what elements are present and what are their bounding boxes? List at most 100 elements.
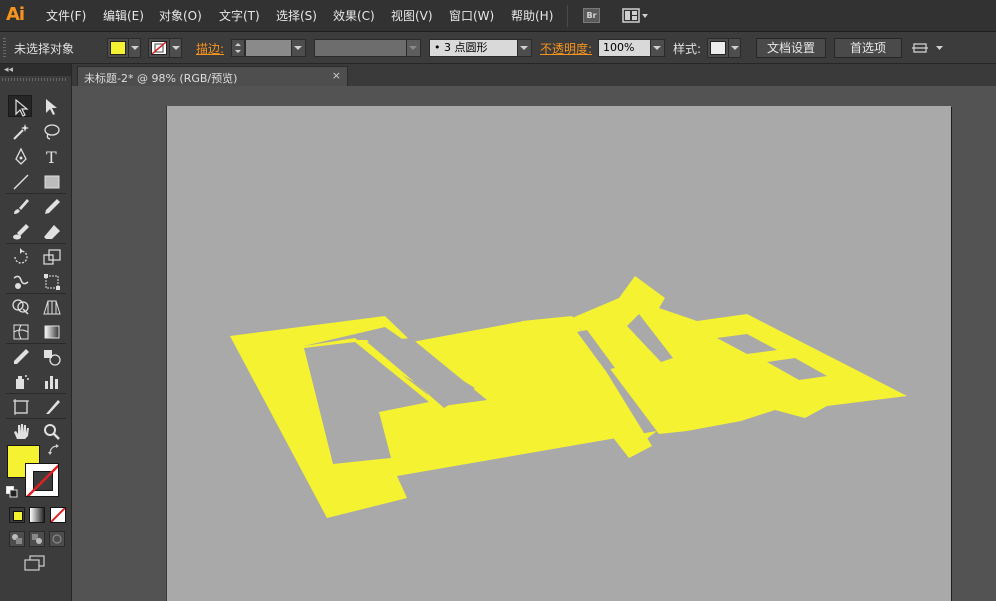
draw-normal-button[interactable] [9, 531, 25, 547]
selection-icon [15, 98, 29, 117]
hand-icon [14, 424, 29, 439]
draw-inside-button[interactable] [49, 531, 65, 547]
pen-tool[interactable] [8, 145, 32, 167]
scale-tool[interactable] [39, 245, 63, 267]
document-tab[interactable]: 未标题-2* @ 98% (RGB/预览) × [77, 66, 348, 86]
eraser-tool[interactable] [39, 220, 63, 242]
menubar-divider [567, 5, 568, 27]
no-stroke-icon [26, 464, 58, 496]
bridge-icon[interactable]: Br [583, 8, 600, 23]
type-tool[interactable]: T [39, 145, 63, 167]
default-fill-stroke-icon[interactable] [6, 486, 18, 498]
free-transform-tool[interactable] [39, 270, 63, 292]
color-icon [13, 511, 23, 521]
selection-status: 未选择对象 [14, 42, 75, 56]
variable-width-profile[interactable] [314, 39, 421, 57]
stroke-none-swatch [151, 41, 167, 55]
warp-icon [13, 275, 29, 289]
align-options-icon[interactable] [912, 40, 946, 56]
hand-tool[interactable] [8, 420, 32, 442]
stroke-weight-dropdown[interactable] [291, 40, 305, 56]
blend-tool[interactable] [39, 345, 63, 367]
opacity-dropdown[interactable] [650, 40, 664, 56]
symbol-sprayer-tool[interactable] [8, 370, 32, 392]
symbol-sprayer-icon [16, 375, 29, 389]
menu-file[interactable]: 文件(F) [46, 8, 86, 24]
canvas-area[interactable] [72, 86, 996, 601]
mesh-tool[interactable] [8, 320, 32, 342]
pencil-tool[interactable] [39, 195, 63, 217]
artboard[interactable] [167, 106, 951, 601]
paintbrush-tool[interactable] [8, 195, 32, 217]
artwork [230, 276, 907, 518]
close-tab-icon[interactable]: × [332, 69, 341, 82]
control-bar-grip[interactable] [3, 38, 6, 58]
eyedropper-icon [14, 349, 29, 364]
screen-mode-icon[interactable] [24, 555, 46, 571]
rectangle-tool[interactable] [39, 170, 63, 192]
menu-effect[interactable]: 效果(C) [333, 8, 375, 24]
stroke-dropdown[interactable] [169, 39, 181, 57]
stroke-color-picker[interactable] [148, 38, 182, 58]
gradient-tool[interactable] [39, 320, 63, 342]
style-dropdown[interactable] [728, 39, 740, 57]
perspective-grid-icon [43, 300, 61, 315]
stroke-color-swatch[interactable] [25, 463, 59, 497]
style-label: 样式: [673, 42, 702, 56]
menu-window[interactable]: 窗口(W) [449, 8, 494, 24]
artboard-icon [13, 399, 29, 415]
chevron-down-icon [653, 46, 661, 50]
document-setup-button[interactable]: 文档设置 [756, 38, 826, 58]
swap-fill-stroke-icon[interactable] [48, 444, 60, 456]
warp-tool[interactable] [8, 270, 32, 292]
menu-view[interactable]: 视图(V) [391, 8, 433, 24]
opacity-field[interactable]: 100% [598, 39, 665, 57]
menu-object[interactable]: 对象(O) [159, 8, 202, 24]
tools-panel-grip[interactable] [2, 78, 68, 81]
arrange-documents-icon[interactable] [622, 8, 650, 24]
menu-help[interactable]: 帮助(H) [511, 8, 553, 24]
blob-brush-tool[interactable] [8, 220, 32, 242]
lasso-tool[interactable] [39, 120, 63, 142]
draw-behind-button[interactable] [29, 531, 45, 547]
preferences-button[interactable]: 首选项 [834, 38, 902, 58]
shape-builder-tool[interactable] [8, 295, 32, 317]
draw-inside-icon [52, 534, 62, 544]
stroke-weight-label[interactable]: 描边: [196, 40, 224, 57]
direct-selection-tool[interactable] [39, 95, 63, 117]
selection-tool[interactable] [8, 95, 32, 117]
rectangle-icon [44, 175, 60, 189]
line-segment-tool[interactable] [8, 170, 32, 192]
fill-color-picker[interactable] [107, 38, 141, 58]
stroke-weight-stepper[interactable] [231, 39, 245, 57]
gradient-mode-button[interactable] [29, 507, 45, 523]
opacity-label[interactable]: 不透明度: [540, 40, 592, 57]
artboard-tool[interactable] [8, 395, 32, 417]
column-graph-tool[interactable] [39, 370, 63, 392]
rotate-tool[interactable] [8, 245, 32, 267]
none-mode-button[interactable] [50, 507, 66, 523]
eyedropper-tool[interactable] [8, 345, 32, 367]
collapse-panel-icon[interactable]: ◂◂ [4, 64, 13, 76]
menu-type[interactable]: 文字(T) [219, 8, 260, 24]
none-icon [51, 508, 65, 522]
perspective-grid-tool[interactable] [39, 295, 63, 317]
slice-tool[interactable] [39, 395, 63, 417]
graphic-style-picker[interactable] [707, 38, 741, 58]
app-logo: Ai [6, 4, 25, 25]
menu-bar: Ai 文件(F) 编辑(E) 对象(O) 文字(T) 选择(S) 效果(C) 视… [0, 0, 996, 32]
profile-dropdown[interactable] [406, 40, 420, 56]
chevron-down-icon [731, 46, 739, 50]
fill-dropdown[interactable] [128, 39, 140, 57]
line-segment-icon [13, 174, 29, 190]
brush-dropdown[interactable] [517, 40, 531, 56]
type-icon: T [46, 148, 57, 167]
stroke-weight-field[interactable] [245, 39, 306, 57]
magic-wand-tool[interactable] [8, 120, 32, 142]
menu-select[interactable]: 选择(S) [276, 8, 317, 24]
color-mode-button[interactable] [9, 507, 25, 523]
zoom-tool[interactable] [39, 420, 63, 442]
menu-edit[interactable]: 编辑(E) [103, 8, 144, 24]
chevron-down-icon [520, 46, 528, 50]
brush-definition-field[interactable]: • 3 点圆形 [429, 39, 532, 57]
